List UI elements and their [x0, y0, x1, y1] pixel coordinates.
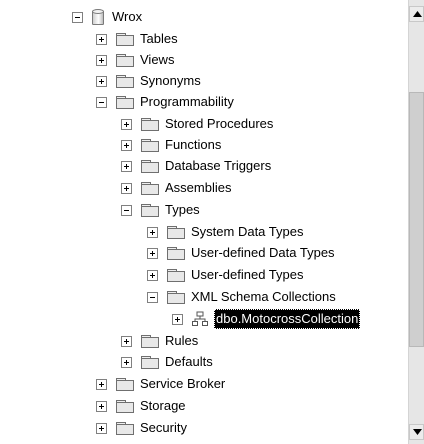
folder-icon [141, 334, 159, 348]
object-explorer-panel: Wrox Tables Views Synonyms Programmabili… [0, 0, 424, 444]
expand-icon[interactable] [172, 313, 183, 325]
folder-icon [116, 53, 134, 67]
tree-node-label: Wrox [112, 9, 143, 24]
tree-node-synonyms[interactable]: Synonyms [96, 71, 201, 91]
tree-node-assemblies[interactable]: Assemblies [121, 178, 231, 198]
folder-icon [116, 74, 134, 88]
folder-icon [141, 117, 159, 131]
folder-icon [116, 377, 134, 391]
database-icon [92, 9, 104, 25]
tree-node-wrox[interactable]: Wrox [72, 7, 142, 27]
expand-icon[interactable] [96, 378, 107, 390]
expand-icon[interactable] [96, 54, 107, 66]
tree-node-label: Database Triggers [165, 158, 272, 173]
tree-node-database-triggers[interactable]: Database Triggers [121, 156, 271, 176]
folder-icon [116, 95, 134, 109]
tree-node-label: XML Schema Collections [191, 289, 336, 304]
collapse-icon[interactable] [96, 96, 107, 108]
expand-icon[interactable] [121, 182, 132, 194]
tree-node-label: User-defined Data Types [191, 245, 335, 260]
expand-icon[interactable] [121, 118, 132, 130]
folder-icon [141, 181, 159, 195]
tree-node-label: Synonyms [140, 73, 201, 88]
folder-icon [167, 268, 185, 282]
expand-icon[interactable] [121, 335, 132, 347]
scroll-down-button[interactable] [409, 424, 424, 440]
collapse-icon[interactable] [121, 204, 132, 216]
folder-icon [116, 421, 134, 435]
tree-node-storage[interactable]: Storage [96, 396, 186, 416]
tree-node-label: Assemblies [165, 180, 232, 195]
folder-icon [141, 203, 159, 217]
folder-icon [167, 225, 185, 239]
tree-node-label: Defaults [165, 354, 213, 369]
tree-node-rules[interactable]: Rules [121, 331, 198, 351]
folder-icon [141, 355, 159, 369]
tree-node-label: Types [165, 202, 200, 217]
collapse-icon[interactable] [147, 291, 158, 303]
tree-node-tables[interactable]: Tables [96, 29, 178, 49]
folder-icon [116, 399, 134, 413]
tree-node-label: Service Broker [140, 376, 226, 391]
tree-node-types[interactable]: Types [121, 200, 200, 220]
tree-node-service-broker[interactable]: Service Broker [96, 374, 225, 394]
triangle-down-icon [413, 429, 422, 435]
expand-icon[interactable] [121, 160, 132, 172]
tree-node-dbo-motocrosscollection[interactable]: dbo.MotocrossCollection [172, 309, 361, 329]
tree-node-label: Stored Procedures [165, 116, 274, 131]
tree-node-label: System Data Types [191, 224, 304, 239]
expand-icon[interactable] [96, 422, 107, 434]
tree-node-security[interactable]: Security [96, 418, 187, 438]
scroll-up-button[interactable] [409, 6, 424, 22]
tree-node-views[interactable]: Views [96, 50, 174, 70]
tree-node-user-defined-data-types[interactable]: User-defined Data Types [147, 243, 335, 263]
tree-node-label: Functions [165, 137, 222, 152]
folder-icon [167, 246, 185, 260]
expand-icon[interactable] [96, 75, 107, 87]
folder-icon [141, 138, 159, 152]
tree-node-label: Views [140, 52, 175, 67]
tree-node-defaults[interactable]: Defaults [121, 352, 213, 372]
tree-node-programmability[interactable]: Programmability [96, 92, 234, 112]
tree-node-system-data-types[interactable]: System Data Types [147, 222, 303, 242]
object-explorer-tree: Wrox Tables Views Synonyms Programmabili… [0, 0, 408, 444]
folder-icon [167, 290, 185, 304]
vertical-scrollbar[interactable] [408, 0, 424, 444]
tree-node-label: Security [140, 420, 187, 435]
expand-icon[interactable] [121, 139, 132, 151]
expand-icon[interactable] [121, 356, 132, 368]
expand-icon[interactable] [147, 247, 158, 259]
tree-node-label: Programmability [140, 94, 234, 109]
expand-icon[interactable] [96, 33, 107, 45]
scrollbar-thumb[interactable] [409, 92, 424, 347]
folder-icon [141, 159, 159, 173]
folder-icon [116, 32, 134, 46]
tree-node-stored-procedures[interactable]: Stored Procedures [121, 114, 273, 134]
tree-node-label: Tables [140, 31, 178, 46]
tree-node-label-selected: dbo.MotocrossCollection [214, 309, 361, 329]
expand-icon[interactable] [147, 226, 158, 238]
triangle-up-icon [413, 11, 422, 17]
collapse-icon[interactable] [72, 11, 83, 23]
tree-node-label: Storage [140, 398, 186, 413]
tree-node-label: User-defined Types [191, 267, 304, 282]
tree-node-functions[interactable]: Functions [121, 135, 221, 155]
tree-node-label: Rules [165, 333, 199, 348]
tree-node-xml-schema-collections[interactable]: XML Schema Collections [147, 287, 336, 307]
tree-node-user-defined-types[interactable]: User-defined Types [147, 265, 304, 285]
expand-icon[interactable] [96, 400, 107, 412]
expand-icon[interactable] [147, 269, 158, 281]
schema-collection-icon [192, 311, 208, 326]
